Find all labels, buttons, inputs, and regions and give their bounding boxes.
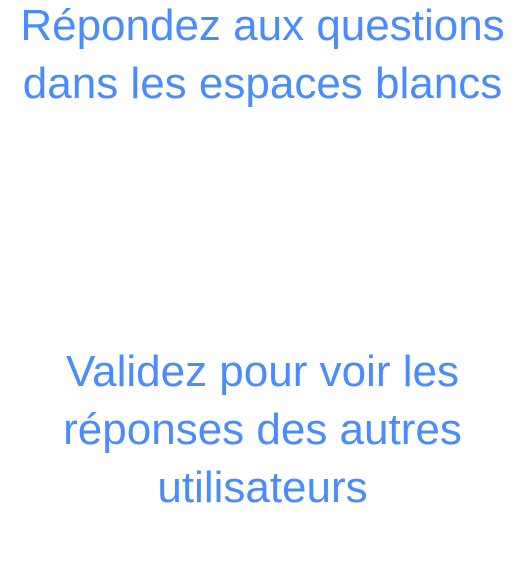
submit-hint-text: Validez pour voir les réponses des autre…: [63, 347, 462, 512]
instructions-text: Répondez aux questions dans les espaces …: [20, 1, 505, 108]
